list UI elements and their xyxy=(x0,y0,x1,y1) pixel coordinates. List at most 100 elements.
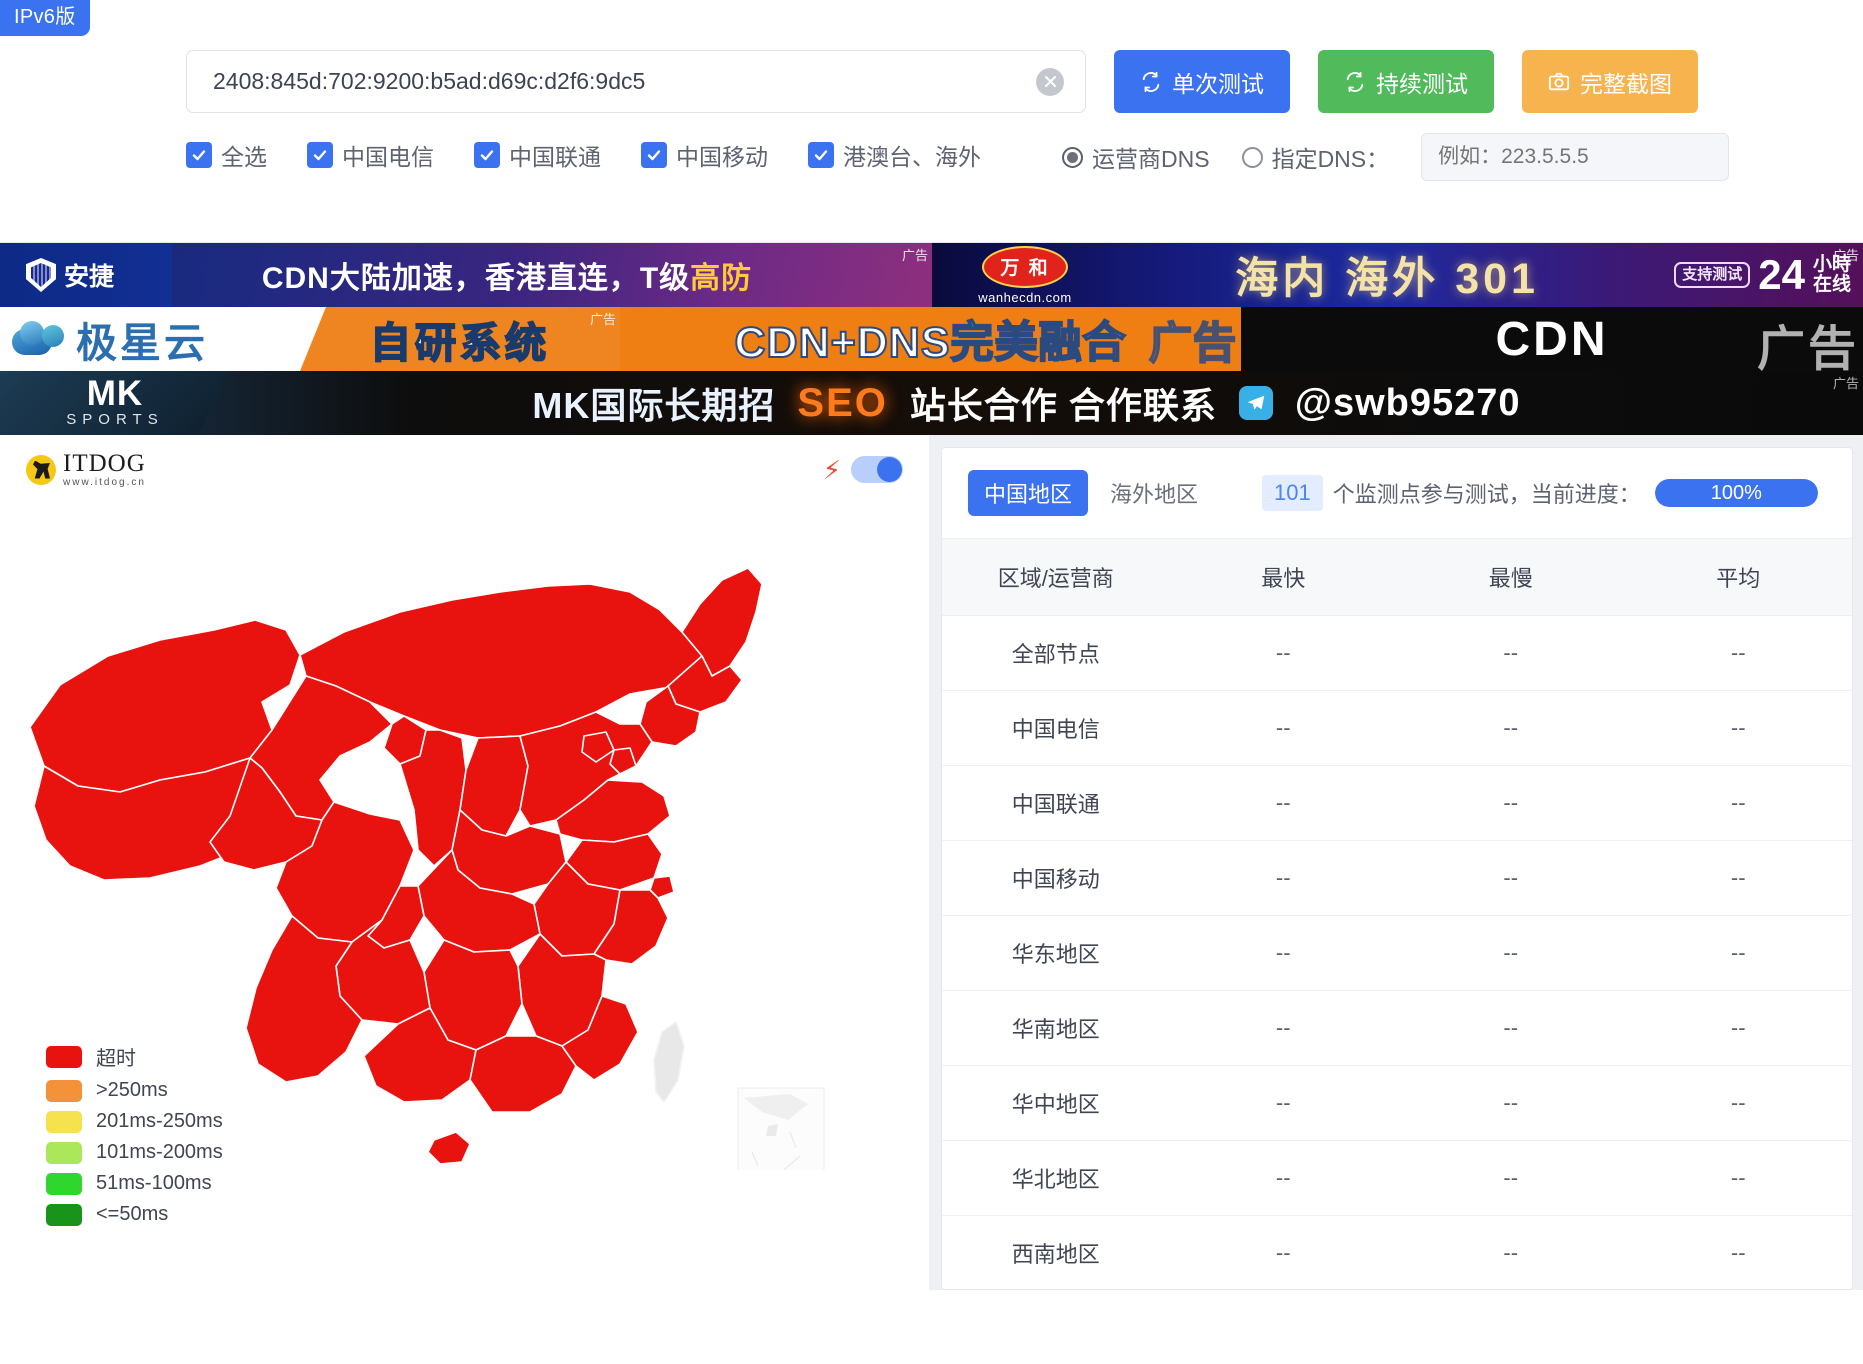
row-fastest: -- xyxy=(1169,1140,1397,1216)
cdn-text: CDN xyxy=(1495,312,1609,366)
row-region: 华东地区 xyxy=(942,915,1170,991)
check-icon xyxy=(474,142,500,168)
radio-operator-dns[interactable]: 运营商DNS xyxy=(1062,140,1210,174)
map-animation-toggle[interactable] xyxy=(851,456,903,483)
ad-banner-cdndns[interactable]: CDN+DNS完美融合 广告 xyxy=(620,307,1241,371)
mk-logo: MK SPORTS xyxy=(0,371,230,435)
single-test-button[interactable]: 单次测试 xyxy=(1114,50,1290,113)
dns-option-group: 运营商DNS 指定DNS： xyxy=(1062,133,1730,181)
ad-banner-cdn[interactable]: CDN 广告 xyxy=(1241,307,1863,371)
ad-row-3: MK SPORTS MK国际长期招 SEO 站长合作 合作联系 @swb9527… xyxy=(0,371,1863,435)
node-count-badge: 101 xyxy=(1262,475,1323,511)
ad-label: 广告 xyxy=(901,248,928,263)
ad-banner-jixingyun[interactable]: 极星云 自研系统 广告 xyxy=(0,307,620,371)
ad-banner-wanhe[interactable]: 万 和 wanhecdn.com 海内 海外 301 支持测试 24 小時 在线… xyxy=(932,243,1863,307)
table-header-row: 区域/运营商 最快 最慢 平均 xyxy=(942,539,1852,616)
clear-icon[interactable] xyxy=(1036,67,1064,96)
row-average: -- xyxy=(1624,690,1852,766)
table-row[interactable]: 西南地区 -- -- -- xyxy=(942,1215,1852,1289)
table-row[interactable]: 中国联通 -- -- -- xyxy=(942,765,1852,841)
row-average: -- xyxy=(1624,840,1852,916)
jixingyun-slogan: 自研系统 xyxy=(369,319,550,367)
row-slowest: -- xyxy=(1397,840,1625,916)
checkbox-label: 中国移动 xyxy=(676,144,768,170)
row-fastest: -- xyxy=(1169,1065,1397,1141)
radio-custom-dns[interactable]: 指定DNS： xyxy=(1241,140,1389,174)
mk-telegram-handle: @swb95270 xyxy=(1294,381,1521,424)
row-slowest: -- xyxy=(1397,615,1625,691)
checkbox-select-all[interactable]: 全选 xyxy=(186,138,267,172)
legend-item: 51ms-100ms xyxy=(46,1172,223,1195)
table-row[interactable]: 华南地区 -- -- -- xyxy=(942,990,1852,1066)
row-fastest: -- xyxy=(1169,765,1397,841)
column-fastest: 最快 xyxy=(1169,539,1397,616)
table-row[interactable]: 全部节点 -- -- -- xyxy=(942,615,1852,691)
legend-label: 51ms-100ms xyxy=(96,1172,212,1194)
wanhe-hours-bottom: 在线 xyxy=(1812,274,1851,295)
ad-label: 广告 xyxy=(1832,248,1859,263)
check-icon xyxy=(307,142,333,168)
checkbox-overseas[interactable]: 港澳台、海外 xyxy=(808,138,981,172)
checkbox-china-telecom[interactable]: 中国电信 xyxy=(307,138,434,172)
anjie-brand: 安捷 xyxy=(64,263,115,291)
radio-operator-dns-label: 运营商DNS xyxy=(1092,146,1210,172)
ad-banner-mk-sports[interactable]: MK SPORTS MK国际长期招 SEO 站长合作 合作联系 @swb9527… xyxy=(0,371,1863,435)
table-row[interactable]: 华中地区 -- -- -- xyxy=(942,1065,1852,1141)
anjie-slogan: CDN大陆加速，香港直连，T级高防 xyxy=(172,253,932,297)
table-row[interactable]: 华北地区 -- -- -- xyxy=(942,1140,1852,1216)
row-region: 西南地区 xyxy=(942,1215,1170,1289)
mk-logo-main: MK xyxy=(86,374,144,414)
ad-label: 广告 xyxy=(1832,376,1859,391)
column-region: 区域/运营商 xyxy=(942,539,1170,616)
checkbox-label: 中国电信 xyxy=(342,144,434,170)
results-table: 区域/运营商 最快 最慢 平均 全部节点 -- -- -- 中国电信 -- --… xyxy=(942,539,1852,1289)
table-row[interactable]: 中国电信 -- -- -- xyxy=(942,690,1852,766)
tab-china-region[interactable]: 中国地区 xyxy=(968,470,1089,516)
checkbox-china-unicom[interactable]: 中国联通 xyxy=(474,138,601,172)
continuous-test-button[interactable]: 持续测试 xyxy=(1318,50,1494,113)
legend-label: 超时 xyxy=(96,1048,136,1070)
table-row[interactable]: 中国移动 -- -- -- xyxy=(942,840,1852,916)
row-average: -- xyxy=(1624,1140,1852,1216)
tab-overseas-region[interactable]: 海外地区 xyxy=(1094,470,1214,516)
map-toggle-group: ⚡ xyxy=(823,456,903,483)
row-average: -- xyxy=(1624,615,1852,691)
checkbox-label: 中国联通 xyxy=(509,144,601,170)
ad-label: 广告 xyxy=(1148,319,1237,369)
legend-label: <=50ms xyxy=(96,1203,169,1225)
check-icon xyxy=(186,142,212,168)
ad-region: 安捷 CDN大陆加速，香港直连，T级高防 广告 万 和 wanhecdn.com… xyxy=(0,243,1863,435)
mk-text-2: 站长合作 合作联系 xyxy=(909,385,1217,426)
full-screenshot-button[interactable]: 完整截图 xyxy=(1522,50,1698,113)
wanhe-badge-group: 支持测试 24 小時 在线 xyxy=(1674,251,1851,299)
camera-icon xyxy=(1548,71,1570,93)
row-fastest: -- xyxy=(1169,915,1397,991)
row-fastest: -- xyxy=(1169,840,1397,916)
radio-unselected-icon xyxy=(1241,146,1263,168)
column-slowest: 最慢 xyxy=(1397,539,1625,616)
column-average: 平均 xyxy=(1624,539,1852,616)
anjie-slogan-highlight: 高防 xyxy=(690,262,753,295)
address-input[interactable] xyxy=(186,50,1086,113)
mk-text-1: MK国际长期招 xyxy=(532,385,776,426)
row-region: 全部节点 xyxy=(942,615,1170,691)
jixingyun-brand: 极星云 xyxy=(76,320,208,366)
wanhe-24: 24 xyxy=(1758,251,1805,298)
mk-slogan-group: MK国际长期招 SEO 站长合作 合作联系 @swb95270 xyxy=(230,377,1863,429)
jixingyun-logo: 极星云 xyxy=(0,309,300,369)
ipv6-version-tag[interactable]: IPv6版 xyxy=(0,0,90,36)
cdndns-text: CDN+DNS完美融合 xyxy=(733,318,1127,368)
custom-dns-input[interactable] xyxy=(1421,133,1730,181)
row-slowest: -- xyxy=(1397,1140,1625,1216)
anjie-logo: 安捷 xyxy=(0,243,172,307)
wanhe-seal: 万 和 xyxy=(982,245,1068,288)
map-legend: 超时 >250ms 201ms-250ms 101ms-200ms 51ms-1… xyxy=(46,1042,223,1234)
check-icon xyxy=(641,142,667,168)
row-fastest: -- xyxy=(1169,615,1397,691)
toggle-knob xyxy=(877,457,902,482)
legend-swatch xyxy=(46,1172,82,1195)
ad-banner-anjie[interactable]: 安捷 CDN大陆加速，香港直连，T级高防 广告 xyxy=(0,243,932,307)
ad-row-2: 极星云 自研系统 广告 CDN+DNS完美融合 广告 CDN 广告 xyxy=(0,307,1863,371)
table-row[interactable]: 华东地区 -- -- -- xyxy=(942,915,1852,991)
checkbox-china-mobile[interactable]: 中国移动 xyxy=(641,138,768,172)
